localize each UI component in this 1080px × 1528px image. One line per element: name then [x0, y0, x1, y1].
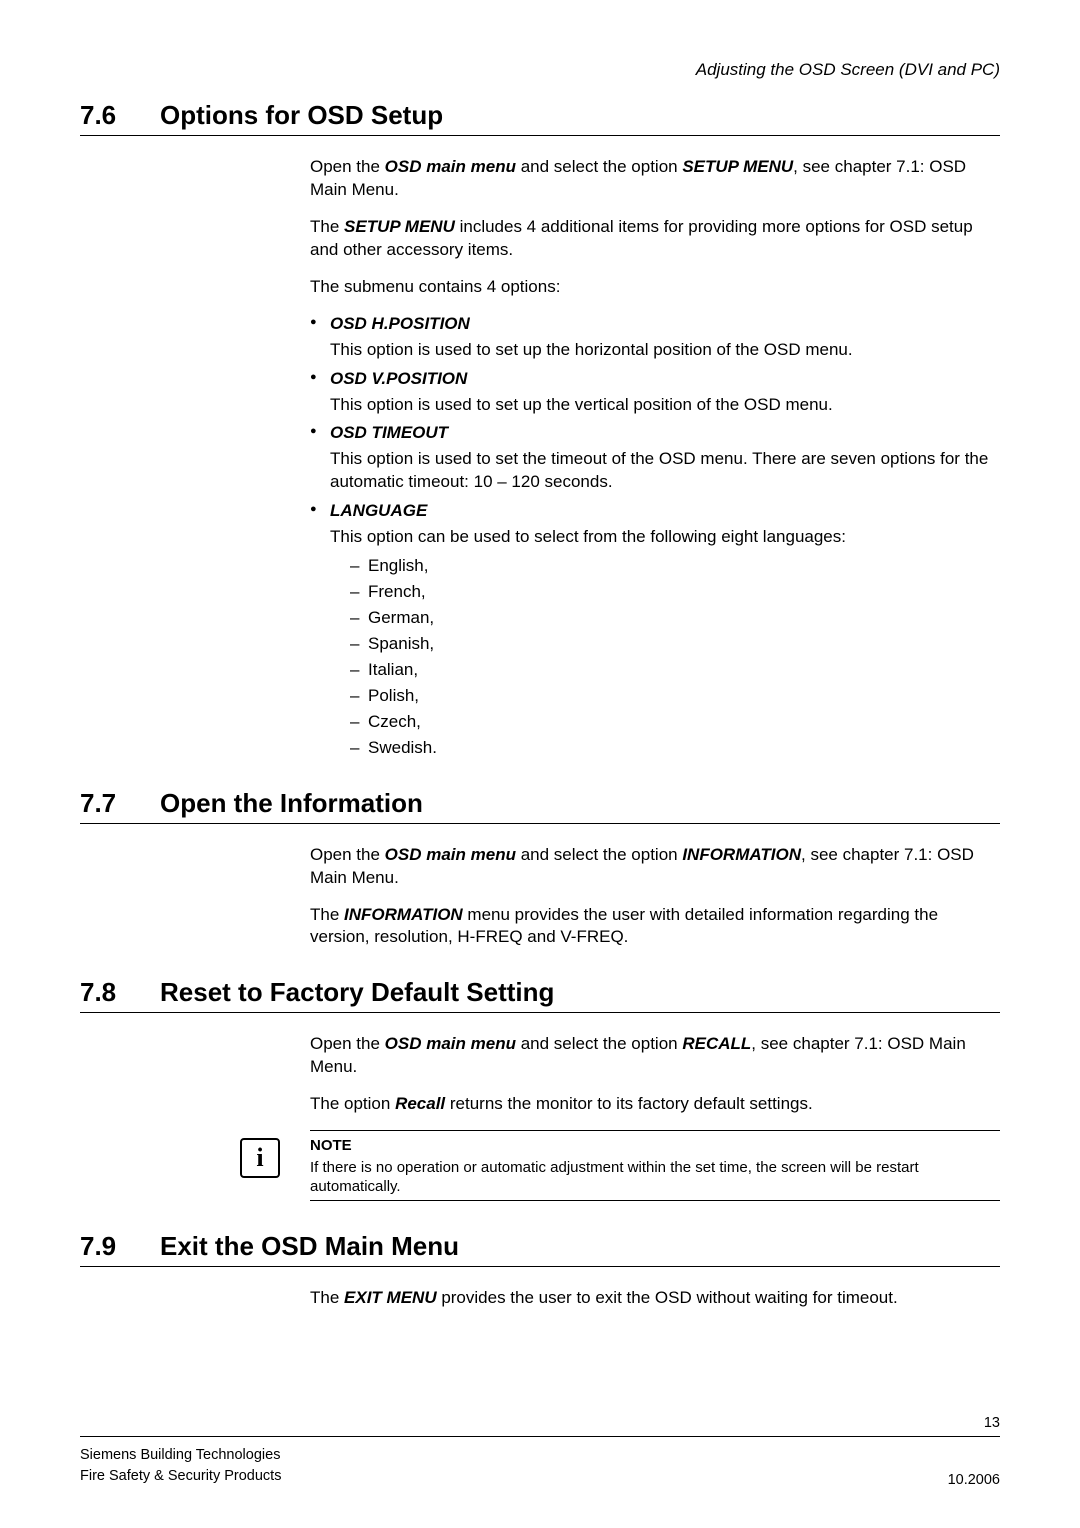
section-number: 7.6 [80, 100, 160, 131]
section-number: 7.8 [80, 977, 160, 1008]
list-item: Italian, [350, 659, 1000, 682]
section-title-row: 7.7 Open the Information [80, 788, 1000, 824]
paragraph: Open the OSD main menu and select the op… [310, 156, 1000, 202]
paragraph: The SETUP MENU includes 4 additional ite… [310, 216, 1000, 262]
section-heading: Exit the OSD Main Menu [160, 1231, 459, 1262]
footer-top: 13 [80, 1415, 1000, 1437]
info-icon: i [240, 1138, 280, 1178]
section-title-row: 7.6 Options for OSD Setup [80, 100, 1000, 136]
section-7-7: 7.7 Open the Information Open the OSD ma… [80, 788, 1000, 950]
list-item: German, [350, 607, 1000, 630]
section-7-8: 7.8 Reset to Factory Default Setting Ope… [80, 977, 1000, 1200]
paragraph: The option Recall returns the monitor to… [310, 1093, 1000, 1116]
note-icon-wrap: i [240, 1136, 310, 1178]
section-body: Open the OSD main menu and select the op… [310, 156, 1000, 760]
footer-date: 10.2006 [948, 1472, 1000, 1488]
section-heading: Options for OSD Setup [160, 100, 443, 131]
option-item: OSD V.POSITION This option is used to se… [310, 368, 1000, 417]
list-item: Polish, [350, 685, 1000, 708]
section-heading: Open the Information [160, 788, 423, 819]
option-item: OSD H.POSITION This option is used to se… [310, 313, 1000, 362]
section-7-9: 7.9 Exit the OSD Main Menu The EXIT MENU… [80, 1231, 1000, 1310]
section-number: 7.9 [80, 1231, 160, 1262]
page-footer: 13 Siemens Building Technologies Fire Sa… [80, 1415, 1000, 1489]
section-body: Open the OSD main menu and select the op… [310, 844, 1000, 950]
running-header: Adjusting the OSD Screen (DVI and PC) [80, 60, 1000, 80]
option-list: OSD H.POSITION This option is used to se… [310, 313, 1000, 760]
footer-left: Siemens Building Technologies Fire Safet… [80, 1445, 281, 1489]
page-number: 13 [984, 1415, 1000, 1431]
paragraph: Open the OSD main menu and select the op… [310, 844, 1000, 890]
paragraph: The submenu contains 4 options: [310, 276, 1000, 299]
note-text: NOTE If there is no operation or automat… [310, 1136, 1000, 1197]
list-item: Czech, [350, 711, 1000, 734]
paragraph: Open the OSD main menu and select the op… [310, 1033, 1000, 1079]
note-block: i NOTE If there is no operation or autom… [310, 1130, 1000, 1201]
section-title-row: 7.9 Exit the OSD Main Menu [80, 1231, 1000, 1267]
list-item: Spanish, [350, 633, 1000, 656]
section-body: Open the OSD main menu and select the op… [310, 1033, 1000, 1116]
section-body: The EXIT MENU provides the user to exit … [310, 1287, 1000, 1310]
paragraph: The INFORMATION menu provides the user w… [310, 904, 1000, 950]
list-item: Swedish. [350, 737, 1000, 760]
option-item: LANGUAGE This option can be used to sele… [310, 500, 1000, 759]
language-list: English, French, German, Spanish, Italia… [350, 555, 1000, 760]
paragraph: The EXIT MENU provides the user to exit … [310, 1287, 1000, 1310]
section-number: 7.7 [80, 788, 160, 819]
section-heading: Reset to Factory Default Setting [160, 977, 554, 1008]
section-title-row: 7.8 Reset to Factory Default Setting [80, 977, 1000, 1013]
section-7-6: 7.6 Options for OSD Setup Open the OSD m… [80, 100, 1000, 760]
footer-bottom: Siemens Building Technologies Fire Safet… [80, 1445, 1000, 1489]
option-item: OSD TIMEOUT This option is used to set t… [310, 422, 1000, 494]
list-item: English, [350, 555, 1000, 578]
list-item: French, [350, 581, 1000, 604]
